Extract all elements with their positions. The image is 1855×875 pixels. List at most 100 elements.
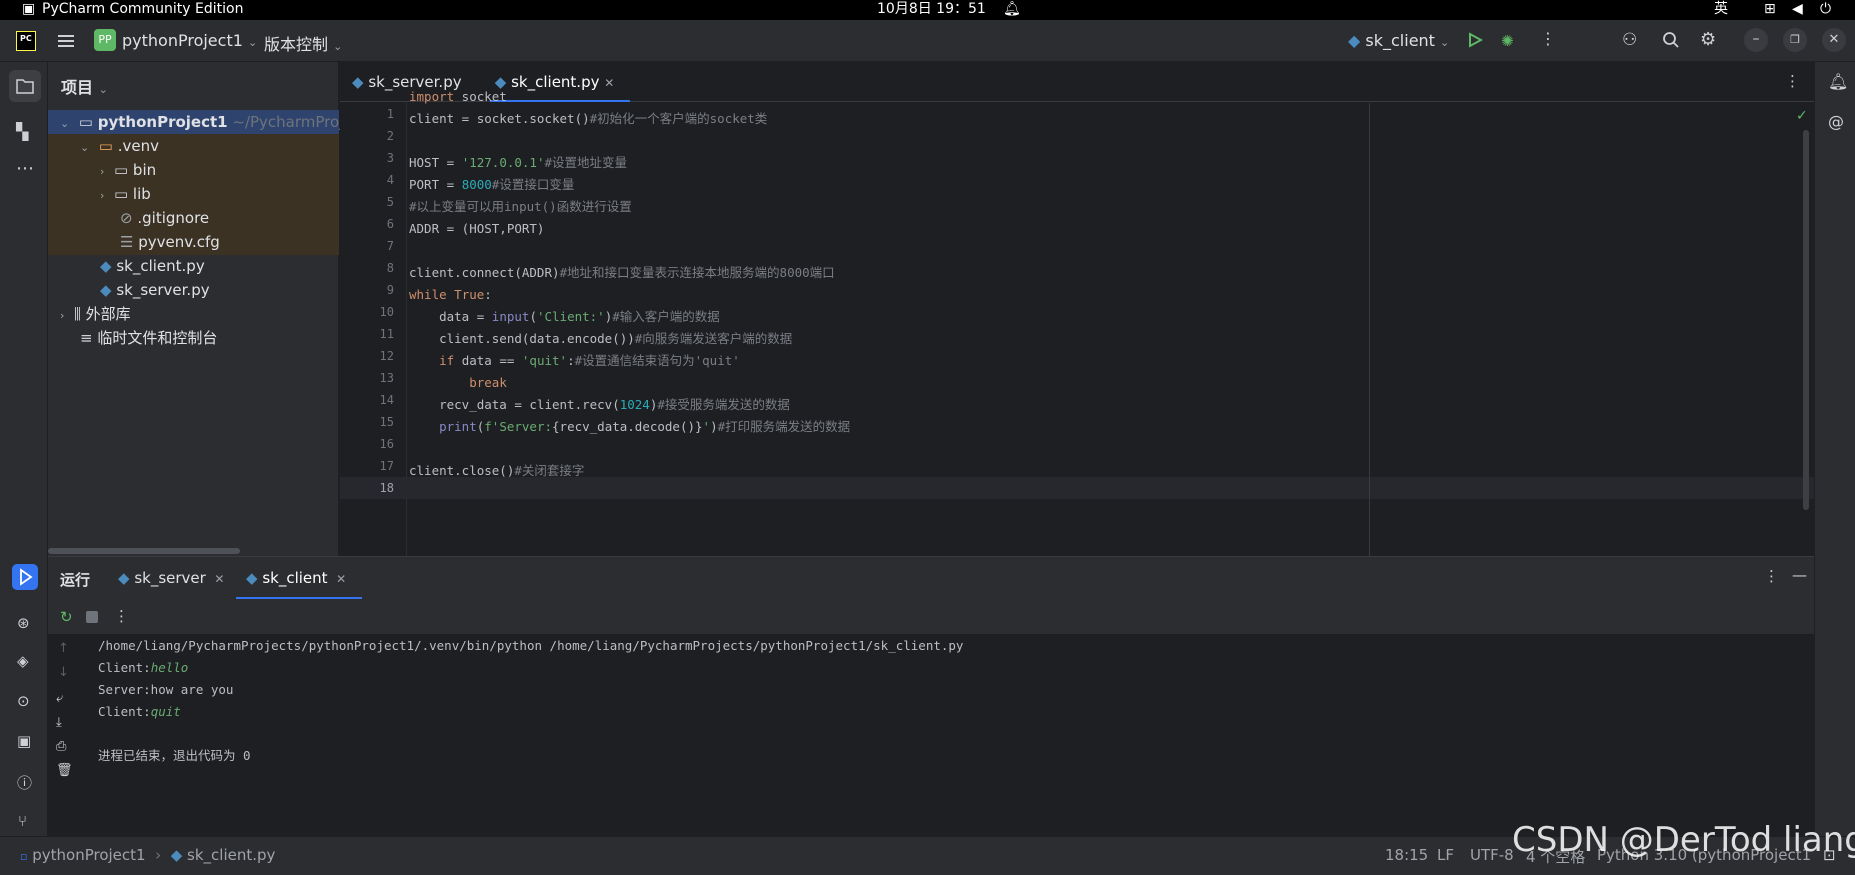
caret-position[interactable]: 18:15: [1385, 846, 1428, 864]
console-user-input: hello: [150, 660, 189, 675]
collapse-arrow-icon[interactable]: ›: [100, 189, 104, 202]
tree-item-lib[interactable]: › ▭ lib: [100, 182, 151, 206]
comment: #设置通信结束语句为'quit': [574, 353, 740, 368]
more-tools-icon[interactable]: ⋯: [16, 158, 34, 179]
line-number: 11: [379, 327, 394, 341]
line-separator[interactable]: LF: [1437, 846, 1454, 864]
console-user-input: quit: [150, 704, 181, 719]
expand-arrow-icon[interactable]: ⌄: [60, 117, 69, 130]
tree-root-row[interactable]: ⌄ ▭ pythonProject1 ~/PycharmProje: [60, 110, 353, 134]
python-file-icon: ◆: [352, 73, 364, 91]
hide-panel-icon[interactable]: —: [1792, 566, 1807, 584]
tree-item-sk-client[interactable]: ◆ sk_client.py: [100, 254, 205, 278]
rerun-icon[interactable]: ↻: [60, 608, 73, 626]
close-tab-icon[interactable]: ✕: [604, 76, 614, 90]
power-icon[interactable]: ⏻: [1820, 0, 1831, 18]
breadcrumb-project[interactable]: pythonProject1: [32, 846, 145, 864]
search-icon[interactable]: [1662, 31, 1680, 49]
minimize-button[interactable]: –: [1744, 28, 1768, 52]
terminal-icon[interactable]: ▣: [17, 732, 31, 750]
project-view-selector[interactable]: 项目 ⌄: [61, 74, 108, 98]
run-button[interactable]: [1467, 32, 1483, 48]
tab-actions-icon[interactable]: ⋮: [1785, 72, 1800, 90]
project-tool-button[interactable]: [9, 70, 41, 102]
chevron-down-icon: ⌄: [333, 40, 343, 53]
up-arrow-icon[interactable]: ↑: [58, 641, 69, 656]
down-arrow-icon[interactable]: ↓: [58, 665, 69, 680]
chevron-down-icon: ⌄: [98, 83, 108, 96]
stop-icon[interactable]: [86, 611, 98, 623]
inspection-ok-icon[interactable]: ✓: [1796, 108, 1808, 124]
main-menu-icon[interactable]: [57, 32, 75, 50]
expand-arrow-icon[interactable]: ⌄: [80, 141, 89, 154]
comment: #以上变量可以用input()函数进行设置: [409, 199, 632, 214]
close-tab-icon[interactable]: ✕: [332, 572, 346, 586]
close-tab-icon[interactable]: ✕: [211, 572, 224, 586]
run-tab-sk-client[interactable]: ◆ sk_client ✕: [236, 557, 362, 599]
more-actions-icon[interactable]: ⋮: [1540, 29, 1556, 48]
run-config-selector[interactable]: ◆ sk_client ⌄: [1348, 31, 1449, 50]
print-icon[interactable]: ⎙: [56, 739, 66, 754]
tree-item-scratches[interactable]: ≡ 临时文件和控制台: [80, 326, 217, 350]
external-libs-label: 外部库: [85, 305, 131, 323]
vertical-scrollbar[interactable]: [1803, 130, 1809, 510]
python-packages-icon[interactable]: ◈: [17, 652, 29, 670]
file-encoding[interactable]: UTF-8: [1470, 846, 1514, 864]
console-prompt: Client:: [98, 660, 151, 675]
tree-item-venv[interactable]: ⌄ ▭ .venv: [80, 134, 159, 158]
run-tab-sk-server[interactable]: ◆ sk_server ✕: [118, 557, 228, 599]
clock[interactable]: 10月8日 19：51: [877, 0, 986, 18]
input-method[interactable]: 英: [1714, 0, 1728, 18]
debug-icon[interactable]: ✺: [1501, 32, 1514, 50]
bell-icon[interactable]: 🔔︎: [1003, 0, 1021, 18]
soft-wrap-icon[interactable]: ⤶: [56, 691, 63, 706]
run-options-icon[interactable]: ⋮: [1764, 567, 1779, 585]
tree-item-external-libs[interactable]: › ⫼ 外部库: [60, 302, 131, 326]
scroll-to-end-icon[interactable]: ⤓: [56, 715, 62, 730]
code-text: client.close(): [409, 463, 515, 478]
system-top-bar: ▣ PyCharm Community Edition 10月8日 19：51 …: [0, 0, 1855, 20]
trash-icon[interactable]: 🗑︎: [56, 763, 73, 778]
app-name: PyCharm Community Edition: [42, 1, 244, 17]
collapse-arrow-icon[interactable]: ›: [100, 165, 104, 178]
comment: #地址和接口变量表示连接本地服务端的8000端口: [559, 265, 835, 280]
structure-icon[interactable]: ▚: [16, 122, 28, 141]
vcs-menu[interactable]: 版本控制 ⌄: [264, 31, 342, 55]
restore-button[interactable]: ❐: [1783, 28, 1807, 52]
scratches-icon: ≡: [80, 329, 93, 347]
python-console-icon[interactable]: ⊛: [17, 614, 30, 632]
run-tool-button[interactable]: [12, 564, 38, 590]
services-icon[interactable]: ⊙: [17, 692, 30, 710]
collapse-arrow-icon[interactable]: ›: [60, 309, 64, 322]
breadcrumb-file[interactable]: sk_client.py: [187, 846, 275, 864]
bin-label: bin: [132, 161, 157, 179]
tree-item-bin[interactable]: › ▭ bin: [100, 158, 156, 182]
git-icon[interactable]: ⑂: [18, 812, 27, 830]
code-text: :: [567, 353, 575, 368]
add-user-icon[interactable]: ⚇: [1622, 30, 1637, 50]
ai-assistant-icon[interactable]: @: [1828, 112, 1844, 131]
main-toolbar: PC PP pythonProject1 ⌄ 版本控制 ⌄ ◆ sk_clien…: [0, 20, 1855, 62]
settings-gear-icon[interactable]: ⚙: [1700, 29, 1716, 50]
project-switcher[interactable]: pythonProject1 ⌄: [122, 31, 257, 50]
notifications-bell-icon[interactable]: 🔔︎: [1828, 72, 1848, 91]
pycharm-logo-icon: PC: [16, 31, 36, 51]
config-file-icon: ☰: [120, 233, 134, 251]
close-window-button[interactable]: ✕: [1822, 28, 1846, 52]
code-line-9: client.connect(ADDR)#地址和接口变量表示连接本地服务端的80…: [409, 262, 835, 284]
run-tool-window: 运行 ◆ sk_server ✕ ◆ sk_client ✕ ⋮ — ↻ ⋮ ↑…: [48, 556, 1814, 837]
network-icon[interactable]: ⊞: [1764, 0, 1776, 18]
tree-item-pyvenv[interactable]: ☰ pyvenv.cfg: [120, 230, 220, 254]
tree-item-sk-server[interactable]: ◆ sk_server.py: [100, 278, 210, 302]
tree-item-gitignore[interactable]: ⊘ .gitignore: [120, 206, 209, 230]
keyword: if: [439, 353, 455, 368]
horizontal-scrollbar[interactable]: [48, 548, 240, 554]
more-run-actions-icon[interactable]: ⋮: [114, 607, 129, 625]
problems-icon[interactable]: ⓘ: [17, 772, 32, 793]
tab-sk-client[interactable]: ◆ sk_client.py ✕: [490, 62, 630, 102]
line-number: 9: [386, 283, 394, 297]
volume-icon[interactable]: ◀: [1792, 0, 1803, 18]
code-line-16: print(f'Server:{recv_data.decode()}')#打印…: [409, 416, 850, 438]
